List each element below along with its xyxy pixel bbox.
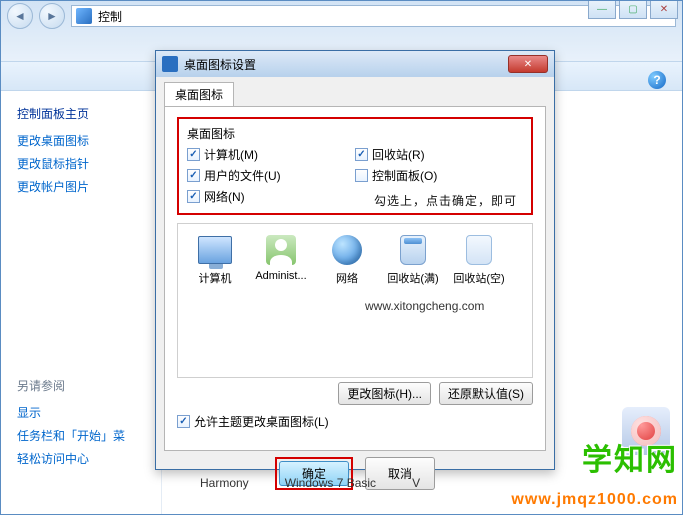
preview-label: 回收站(满): [387, 270, 438, 286]
checkbox-label: 计算机(M): [204, 146, 258, 163]
window-controls: — ▢ ✕: [588, 1, 678, 19]
dialog-title-icon: [162, 56, 178, 72]
preview-icon-recycle-empty[interactable]: 回收站(空): [446, 232, 512, 286]
checkbox-label: 控制面板(O): [372, 167, 437, 184]
preview-icon-recycle-full[interactable]: 回收站(满): [380, 232, 446, 286]
desktop-icons-group: 桌面图标 ✓ 计算机(M) ✓ 用户的文件(U) ✓ 网络(N: [177, 117, 533, 215]
restore-default-button[interactable]: 还原默认值(S): [439, 382, 533, 405]
checkbox-allow-theme[interactable]: ✓ 允许主题更改桌面图标(L): [177, 413, 533, 430]
check-icon: ✓: [177, 415, 190, 428]
preview-icon-computer[interactable]: 计算机: [182, 232, 248, 286]
nav-forward-button[interactable]: ►: [39, 3, 65, 29]
preview-label: 回收站(空): [453, 270, 504, 286]
uncheck-icon: [355, 169, 368, 182]
checkbox-recycle-bin[interactable]: ✓ 回收站(R): [355, 146, 523, 163]
sidebar-link-taskbar-start[interactable]: 任务栏和「开始」菜: [17, 427, 161, 444]
checkbox-network[interactable]: ✓ 网络(N): [187, 188, 355, 205]
checkbox-label: 用户的文件(U): [204, 167, 281, 184]
check-icon: ✓: [355, 148, 368, 161]
check-icon: ✓: [187, 169, 200, 182]
watermark-logo: 学知网: [582, 435, 678, 479]
group-legend: 桌面图标: [187, 125, 523, 142]
checkbox-label: 网络(N): [204, 188, 245, 205]
sidebar-link-ease-of-access[interactable]: 轻松访问中心: [17, 450, 161, 467]
address-bar[interactable]: 控制: [71, 5, 676, 27]
tab-desktop-icons[interactable]: 桌面图标: [164, 82, 234, 107]
maximize-button[interactable]: ▢: [619, 1, 647, 19]
preview-label: Administ...: [255, 270, 306, 282]
minimize-button[interactable]: —: [588, 1, 616, 19]
dialog-titlebar[interactable]: 桌面图标设置 ✕: [156, 51, 554, 77]
sidebar-see-also-heading: 另请参阅: [17, 377, 161, 394]
explorer-toolbar-top: ◄ ► 控制: [1, 1, 682, 31]
recycle-bin-full-icon: [400, 235, 426, 265]
sidebar: 控制面板主页 更改桌面图标 更改鼠标指针 更改帐户图片 另请参阅 显示 任务栏和…: [1, 91, 161, 514]
sidebar-link-change-desktop-icons[interactable]: 更改桌面图标: [17, 132, 161, 149]
checkbox-control-panel[interactable]: 控制面板(O): [355, 167, 523, 184]
help-icon[interactable]: ?: [648, 71, 666, 89]
nav-back-button[interactable]: ◄: [7, 3, 33, 29]
theme-name[interactable]: Windows 7 Basic: [285, 476, 376, 490]
checkbox-user-files[interactable]: ✓ 用户的文件(U): [187, 167, 355, 184]
watermark-url: www.jmqz1000.com: [511, 491, 678, 509]
checkbox-computer[interactable]: ✓ 计算机(M): [187, 146, 355, 163]
desktop-icon-settings-dialog: 桌面图标设置 ✕ 桌面图标 桌面图标 ✓ 计算机(M) ✓ 用户的文件(U): [155, 50, 555, 470]
dialog-title: 桌面图标设置: [184, 56, 502, 73]
recycle-bin-empty-icon: [466, 235, 492, 265]
dialog-close-button[interactable]: ✕: [508, 55, 548, 73]
checkbox-label: 允许主题更改桌面图标(L): [194, 413, 329, 430]
check-icon: ✓: [187, 190, 200, 203]
annotation-note: 勾选上，点击确定，即可: [374, 192, 517, 209]
close-button[interactable]: ✕: [650, 1, 678, 19]
sidebar-link-change-mouse-pointer[interactable]: 更改鼠标指针: [17, 155, 161, 172]
theme-name[interactable]: Harmony: [200, 476, 249, 490]
preview-icon-network[interactable]: 网络: [314, 232, 380, 286]
theme-name-row: Harmony Windows 7 Basic V: [200, 476, 420, 490]
preview-label: 网络: [336, 270, 358, 286]
globe-icon: [332, 235, 362, 265]
address-text: 控制: [98, 8, 122, 25]
address-icon: [76, 8, 92, 24]
preview-label: 计算机: [199, 270, 232, 286]
sidebar-heading[interactable]: 控制面板主页: [17, 105, 161, 122]
sidebar-link-change-account-picture[interactable]: 更改帐户图片: [17, 178, 161, 195]
user-folder-icon: [266, 235, 296, 265]
checkbox-label: 回收站(R): [372, 146, 425, 163]
tab-page: 桌面图标 ✓ 计算机(M) ✓ 用户的文件(U) ✓ 网络(N: [164, 106, 546, 451]
preview-icon-admin[interactable]: Administ...: [248, 232, 314, 286]
sidebar-link-display[interactable]: 显示: [17, 404, 161, 421]
watermark-inline-url: www.xitongcheng.com: [365, 299, 484, 313]
dialog-body: 桌面图标 桌面图标 ✓ 计算机(M) ✓ 用户的文件(U): [156, 77, 554, 469]
change-icon-button[interactable]: 更改图标(H)...: [338, 382, 431, 405]
monitor-icon: [198, 236, 232, 264]
check-icon: ✓: [187, 148, 200, 161]
theme-name[interactable]: V: [412, 476, 420, 490]
